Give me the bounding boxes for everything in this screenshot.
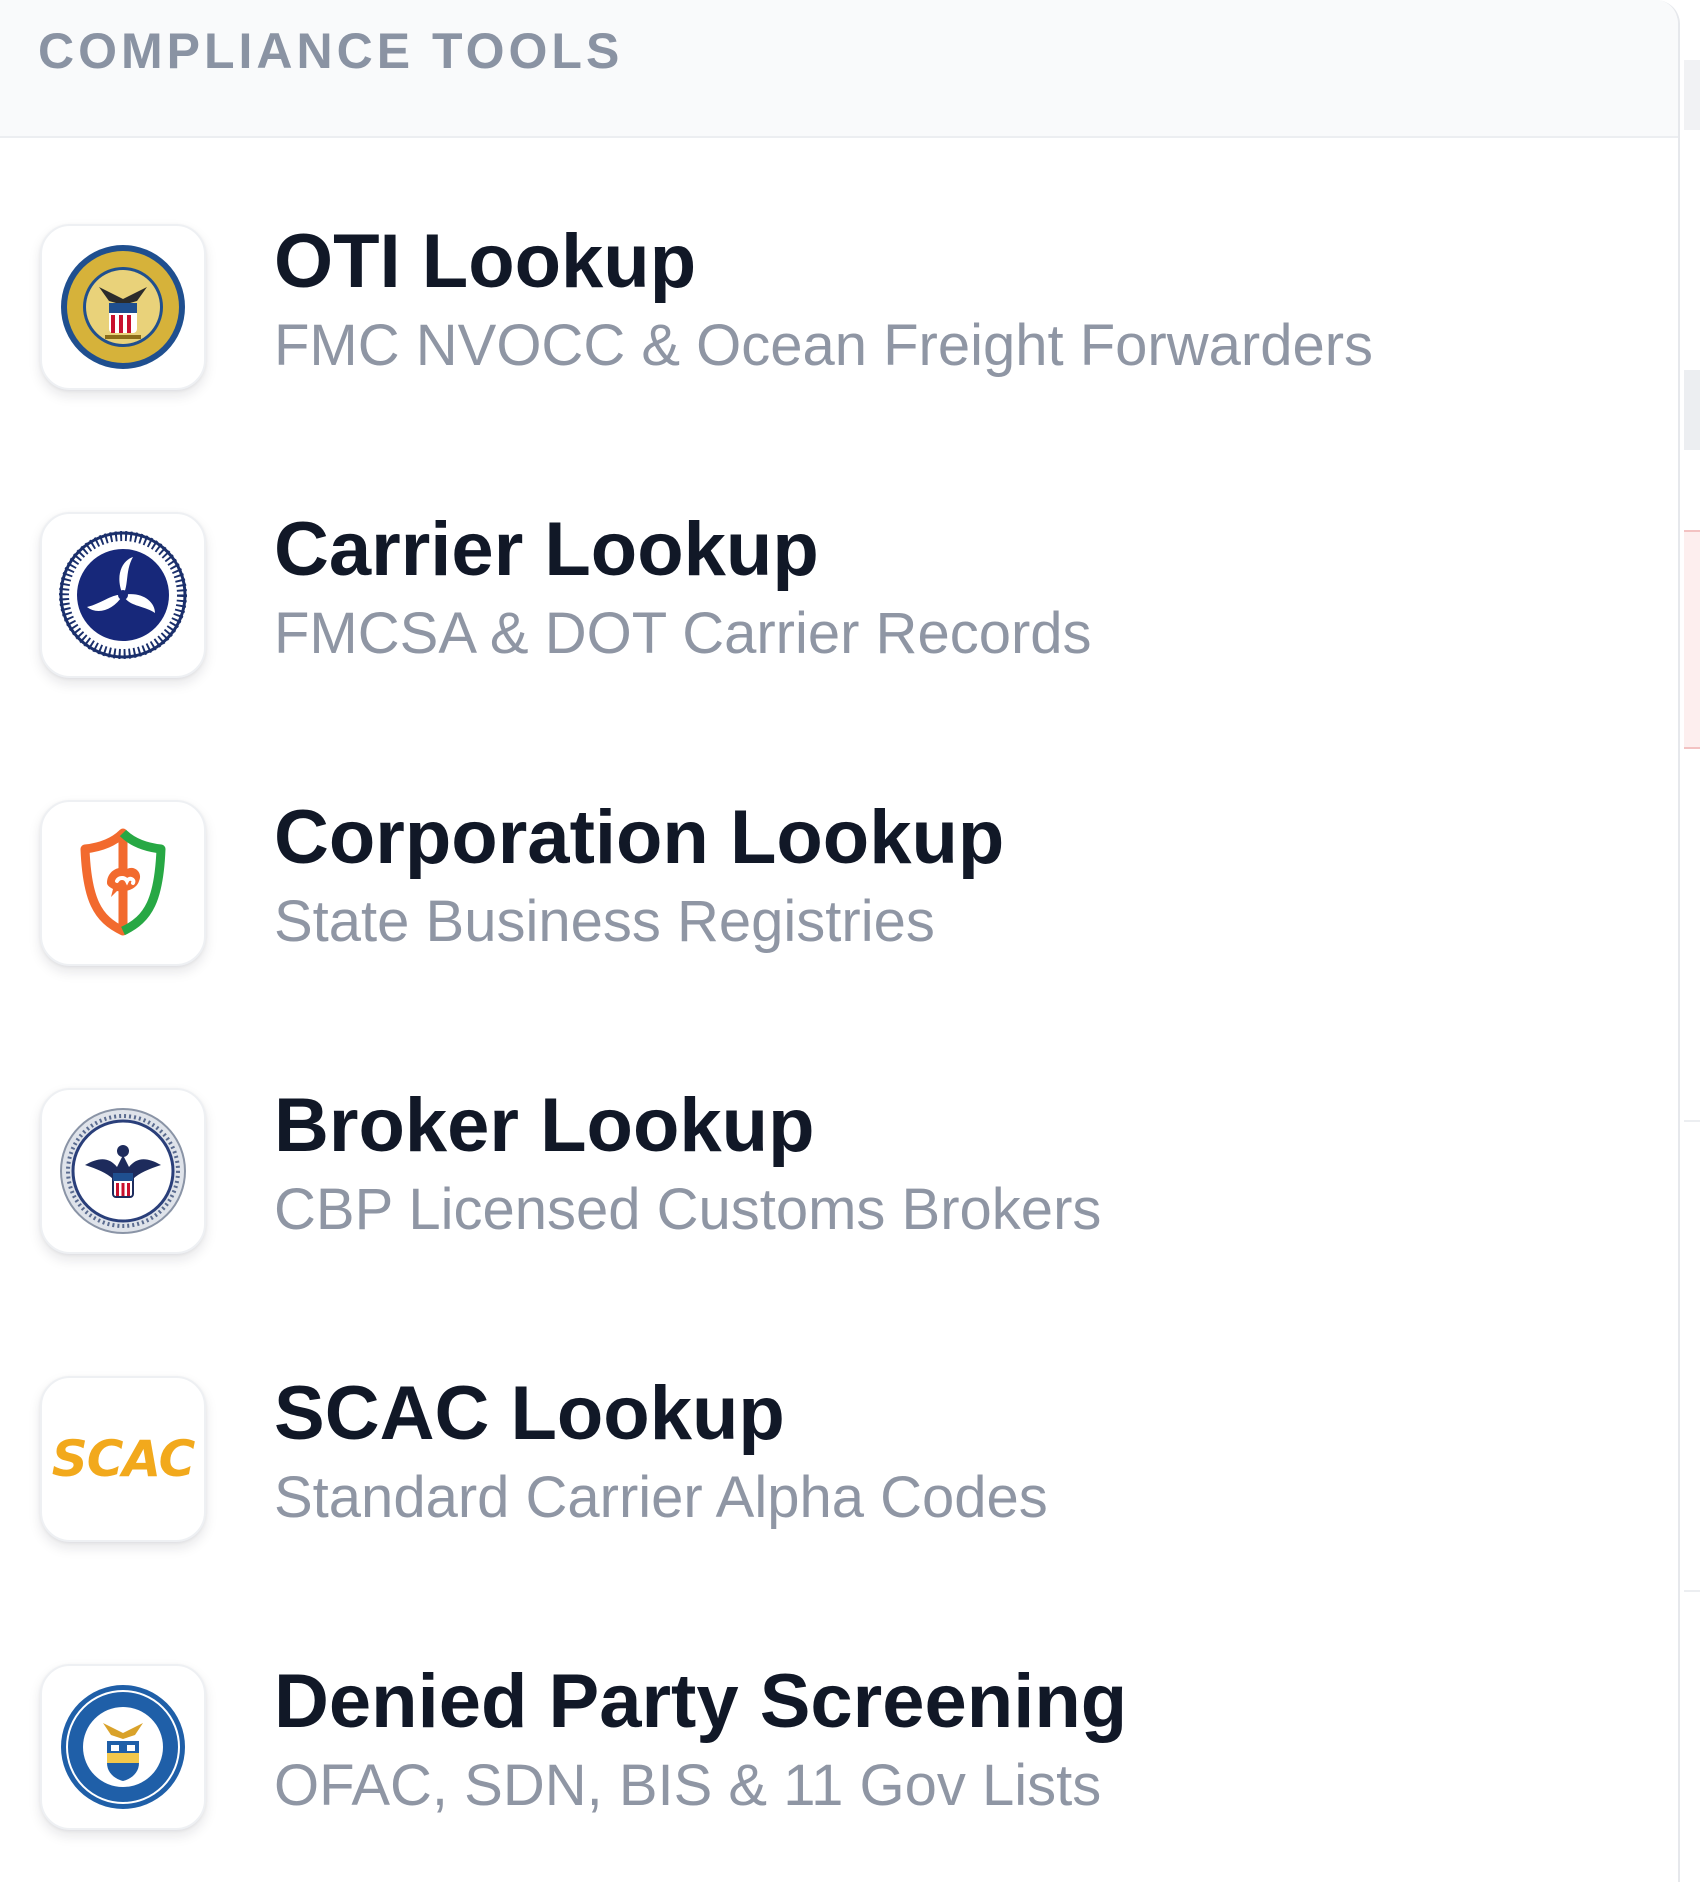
tool-description: FMCSA & DOT Carrier Records [274, 601, 1092, 666]
icon-tile [40, 512, 206, 678]
edge-divider [1684, 1120, 1700, 1122]
tool-text: Carrier Lookup FMCSA & DOT Carrier Recor… [274, 506, 1092, 672]
tool-name: Denied Party Screening [274, 1659, 1128, 1744]
tool-item-carrier-lookup[interactable]: Carrier Lookup FMCSA & DOT Carrier Recor… [0, 426, 1678, 714]
tool-item-denied-party-screening[interactable]: Denied Party Screening OFAC, SDN, BIS & … [0, 1578, 1678, 1866]
shield-icon [80, 828, 166, 936]
tool-name: Broker Lookup [274, 1083, 815, 1168]
tool-name: SCAC Lookup [274, 1371, 785, 1456]
tool-item-oti-lookup[interactable]: OTI Lookup FMC NVOCC & Ocean Freight For… [0, 138, 1678, 426]
tool-name: Corporation Lookup [274, 795, 1005, 880]
dot-seal-icon [59, 531, 187, 659]
icon-tile [40, 1664, 206, 1830]
tool-text: OTI Lookup FMC NVOCC & Ocean Freight For… [274, 218, 1373, 384]
tool-item-scac-lookup[interactable]: SCAC SCAC Lookup Standard Carrier Alpha … [0, 1290, 1678, 1578]
icon-tile [40, 1088, 206, 1254]
tool-item-corporation-lookup[interactable]: Corporation Lookup State Business Regist… [0, 714, 1678, 1002]
tool-description: Standard Carrier Alpha Codes [274, 1465, 1048, 1530]
tool-description: OFAC, SDN, BIS & 11 Gov Lists [274, 1753, 1102, 1818]
icon-tile: SCAC [40, 1376, 206, 1542]
tool-name: Carrier Lookup [274, 507, 819, 592]
edge-divider [1684, 1590, 1700, 1592]
fmc-seal-icon [61, 245, 185, 369]
tool-text: Denied Party Screening OFAC, SDN, BIS & … [274, 1658, 1127, 1824]
commerce-seal-icon [61, 1685, 185, 1809]
tool-text: Broker Lookup CBP Licensed Customs Broke… [274, 1082, 1101, 1248]
compliance-tools-panel: COMPLIANCE TOOLS OTI Lookup FMC NVOCC & … [0, 0, 1680, 1882]
edge-divider [1684, 60, 1700, 130]
adjacent-panel-edge [1684, 0, 1700, 1882]
section-title: COMPLIANCE TOOLS [38, 23, 624, 79]
cbp-seal-icon [60, 1108, 186, 1234]
tool-description: CBP Licensed Customs Brokers [274, 1177, 1102, 1242]
edge-divider [1684, 370, 1700, 450]
panel-header: COMPLIANCE TOOLS [0, 0, 1678, 138]
tool-item-broker-lookup[interactable]: Broker Lookup CBP Licensed Customs Broke… [0, 1002, 1678, 1290]
icon-tile [40, 224, 206, 390]
tool-text: Corporation Lookup State Business Regist… [274, 794, 1004, 960]
icon-tile [40, 800, 206, 966]
tool-name: OTI Lookup [274, 219, 697, 304]
tool-description: FMC NVOCC & Ocean Freight Forwarders [274, 313, 1374, 378]
scac-logo-icon: SCAC [51, 1430, 196, 1488]
tool-text: SCAC Lookup Standard Carrier Alpha Codes [274, 1370, 1048, 1536]
tool-description: State Business Registries [274, 889, 935, 954]
edge-highlight [1684, 530, 1700, 749]
